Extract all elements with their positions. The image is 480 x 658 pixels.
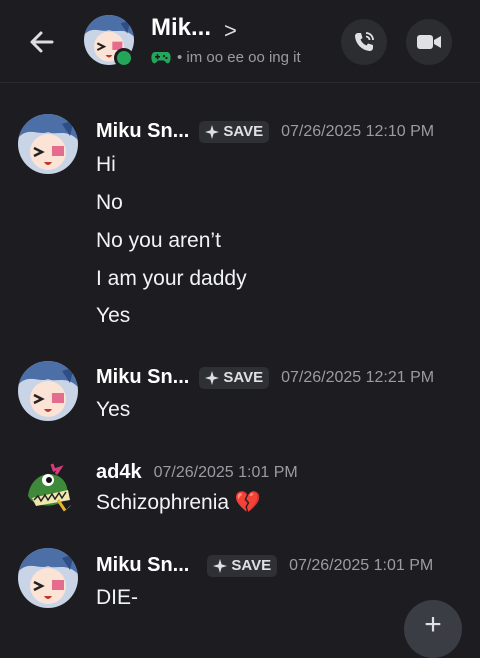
chevron-right-icon[interactable]: >: [224, 18, 237, 44]
message-text: Yes: [96, 398, 131, 421]
sparkle-icon: [205, 370, 220, 385]
video-call-button[interactable]: [406, 19, 452, 65]
avatar[interactable]: [18, 456, 78, 516]
timestamp: 07/26/2025 1:01 PM: [289, 556, 434, 574]
chat-header: Mik... > • im oo ee oo ing it: [0, 0, 480, 83]
sparkle-icon: [213, 558, 228, 573]
phone-icon: [355, 32, 374, 51]
add-button[interactable]: +: [404, 600, 462, 658]
avatar[interactable]: [18, 114, 78, 174]
badge-label: SAVE: [223, 123, 264, 140]
timestamp: 07/26/2025 1:01 PM: [153, 463, 298, 481]
timestamp: 07/26/2025 12:21 PM: [281, 368, 435, 386]
username[interactable]: ad4k: [96, 461, 142, 484]
avatar[interactable]: [18, 548, 78, 608]
sparkle-icon: [205, 124, 220, 139]
message-text: No you aren’t: [96, 229, 221, 252]
message-header: Miku Sn... SAVE 07/26/2025 12:21 PM: [96, 366, 434, 389]
status-text: • im oo ee oo ing it: [177, 49, 301, 66]
header-username[interactable]: Mik...: [151, 14, 211, 42]
message-header: Miku Sn... SAVE 07/26/2025 1:01 PM: [96, 554, 433, 577]
message-text: I am your daddy: [96, 267, 247, 290]
custom-status: • im oo ee oo ing it: [151, 49, 301, 66]
online-status-dot: [114, 48, 134, 68]
avatar[interactable]: [18, 361, 78, 421]
gamepad-icon: [151, 51, 171, 63]
server-tag-badge[interactable]: SAVE: [199, 120, 270, 143]
timestamp: 07/26/2025 12:10 PM: [281, 122, 435, 140]
message-header: ad4k 07/26/2025 1:01 PM: [96, 461, 298, 484]
username[interactable]: Miku Sn...: [96, 366, 189, 389]
server-tag-badge[interactable]: SAVE: [199, 366, 270, 389]
message-text: Schizophrenia 💔: [96, 491, 262, 514]
message-text: Hi: [96, 153, 116, 176]
message-text: No: [96, 191, 123, 214]
back-arrow-icon[interactable]: [26, 26, 58, 58]
badge-label: SAVE: [231, 557, 272, 574]
message-header: Miku Sn... SAVE 07/26/2025 12:10 PM: [96, 120, 434, 143]
voice-call-button[interactable]: [341, 19, 387, 65]
username[interactable]: Miku Sn...: [96, 120, 189, 143]
server-tag-badge[interactable]: SAVE: [207, 554, 278, 577]
badge-label: SAVE: [223, 369, 264, 386]
video-camera-icon: [417, 35, 441, 49]
username[interactable]: Miku Sn...: [96, 554, 189, 577]
message-text: DIE-: [96, 586, 138, 609]
message-text: Yes: [96, 304, 131, 327]
